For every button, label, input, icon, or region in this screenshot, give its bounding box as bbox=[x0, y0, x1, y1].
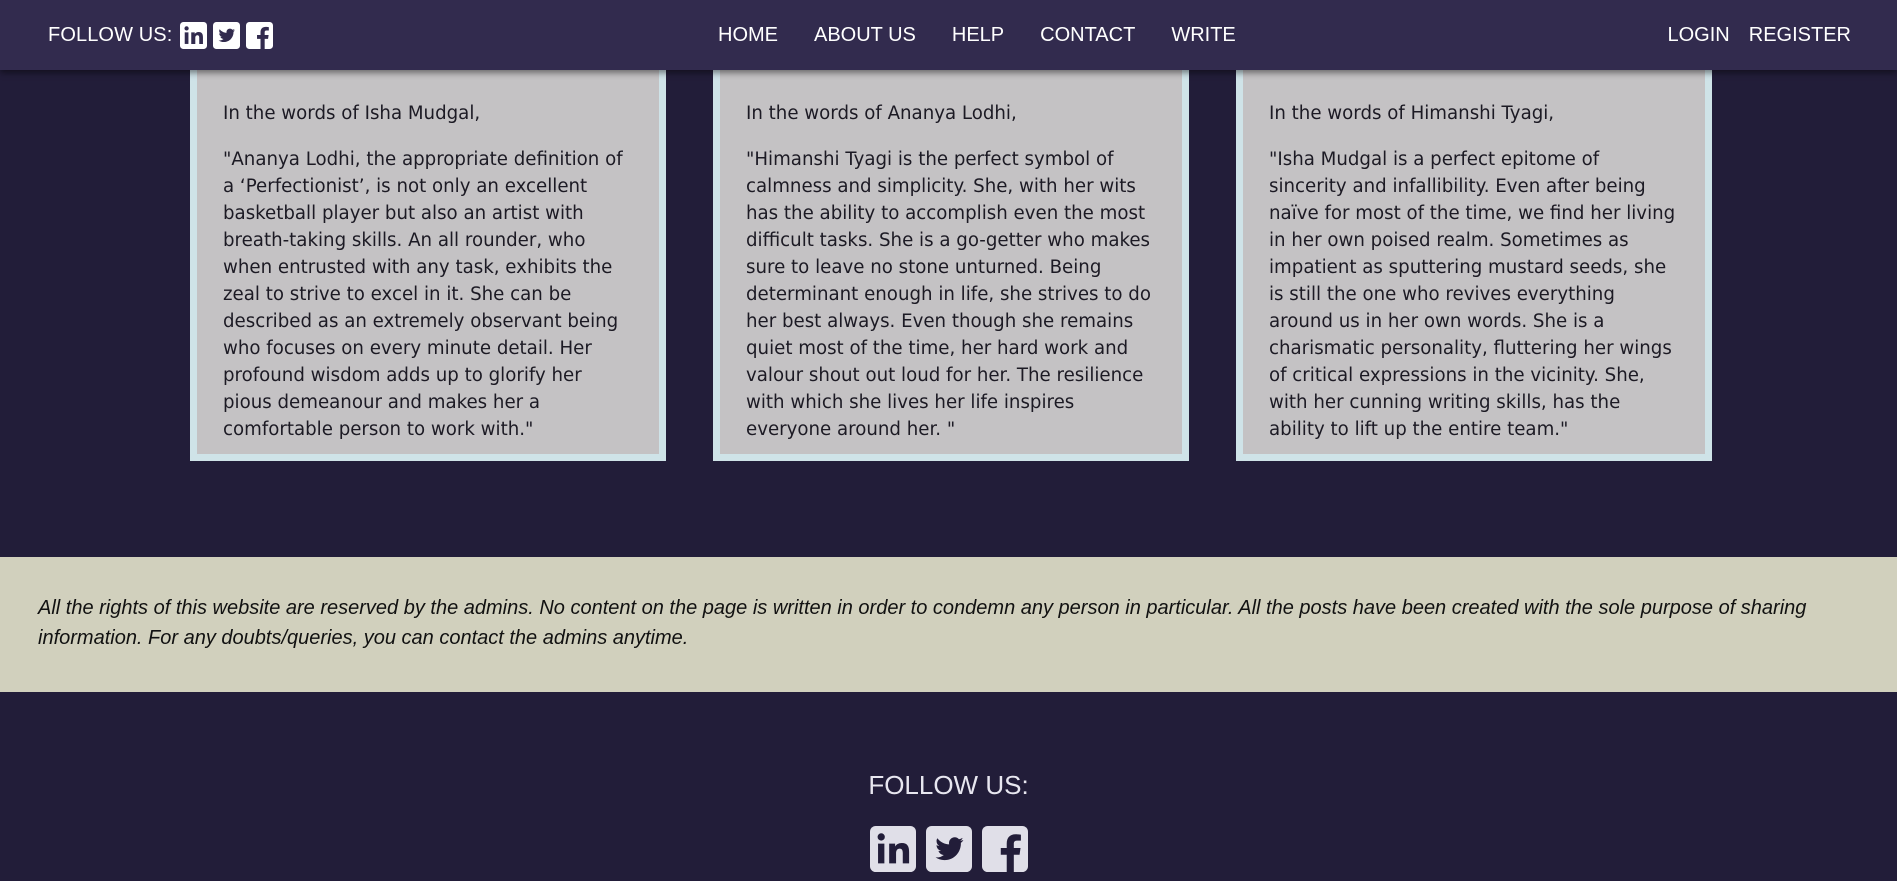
disclaimer-text: All the rights of this website are reser… bbox=[38, 597, 1807, 649]
twitter-icon[interactable] bbox=[925, 826, 972, 872]
nav-about-us[interactable]: ABOUT US bbox=[814, 24, 916, 47]
facebook-icon[interactable] bbox=[981, 826, 1028, 872]
nav-write[interactable]: WRITE bbox=[1171, 24, 1235, 47]
testimonial-quote: "Ananya Lodhi, the appropriate definitio… bbox=[223, 149, 623, 440]
top-navbar: FOLLOW US: HOME ABOUT US HELP CONTACT WR… bbox=[0, 0, 1897, 70]
testimonial-quote: "Himanshi Tyagi is the perfect symbol of… bbox=[746, 149, 1151, 440]
register-link[interactable]: REGISTER bbox=[1749, 24, 1851, 47]
testimonial-quote: "Isha Mudgal is a perfect epitome of sin… bbox=[1269, 149, 1676, 440]
nav-contact[interactable]: CONTACT bbox=[1040, 24, 1135, 47]
linkedin-icon[interactable] bbox=[180, 22, 207, 49]
auth-links: LOGIN REGISTER bbox=[1649, 24, 1852, 47]
testimonial-intro: In the words of Isha Mudgal, bbox=[223, 103, 481, 124]
main-nav: HOME ABOUT US HELP CONTACT WRITE bbox=[700, 24, 1254, 47]
linkedin-icon[interactable] bbox=[869, 826, 916, 872]
login-link[interactable]: LOGIN bbox=[1668, 24, 1730, 47]
nav-help[interactable]: HELP bbox=[952, 24, 1004, 47]
testimonial-intro: In the words of Himanshi Tyagi, bbox=[1269, 103, 1555, 124]
footer-social-icons bbox=[0, 826, 1897, 872]
disclaimer-band: All the rights of this website are reser… bbox=[0, 557, 1897, 692]
footer-follow-us-label: FOLLOW US: bbox=[868, 770, 1029, 800]
testimonial-card: In the words of Ananya Lodhi, "Himanshi … bbox=[713, 66, 1189, 461]
testimonial-card: In the words of Isha Mudgal, "Ananya Lod… bbox=[190, 66, 666, 461]
twitter-icon[interactable] bbox=[213, 22, 240, 49]
testimonial-card: In the words of Himanshi Tyagi, "Isha Mu… bbox=[1236, 66, 1712, 461]
testimonial-intro: In the words of Ananya Lodhi, bbox=[746, 103, 1017, 124]
nav-home[interactable]: HOME bbox=[718, 24, 778, 47]
facebook-icon[interactable] bbox=[246, 22, 273, 49]
header-follow-us: FOLLOW US: bbox=[48, 22, 273, 49]
follow-us-label: FOLLOW US: bbox=[48, 24, 173, 46]
